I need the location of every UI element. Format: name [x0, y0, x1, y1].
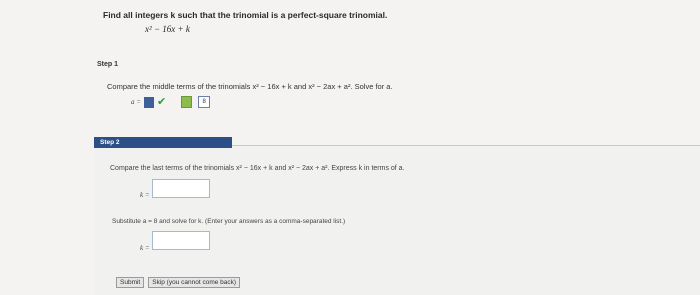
problem-trinomial: x² − 16x + k	[145, 24, 190, 34]
step2-instruction: Compare the last terms of the trinomials…	[110, 165, 405, 172]
submit-button[interactable]: Submit	[116, 277, 145, 288]
step2-label: Step 2	[100, 139, 120, 146]
step2-divider	[232, 145, 700, 146]
step1-label: Step 1	[97, 61, 119, 68]
step1-answer-box[interactable]	[143, 96, 154, 108]
step1-answer-row: a = ✔ 8	[131, 96, 211, 108]
step1-answer-label: a =	[131, 98, 141, 106]
problem-title: Find all integers k such that the trinom…	[103, 10, 388, 20]
checkmark-icon: ✔	[156, 96, 167, 108]
skip-button[interactable]: Skip (you cannot come back)	[148, 277, 241, 288]
hint-icon[interactable]	[181, 96, 193, 108]
k-label: k =	[140, 191, 150, 199]
substitute-instruction: Substitute a = 8 and solve for k. (Enter…	[112, 218, 346, 225]
k-expression-input[interactable]	[152, 179, 210, 198]
step1-answer-value: 8	[198, 96, 211, 108]
k2-label: k =	[140, 244, 150, 252]
k-values-input[interactable]	[152, 231, 210, 250]
step1-instruction: Compare the middle terms of the trinomia…	[107, 82, 393, 91]
button-row: Submit Skip (you cannot come back)	[116, 277, 241, 288]
